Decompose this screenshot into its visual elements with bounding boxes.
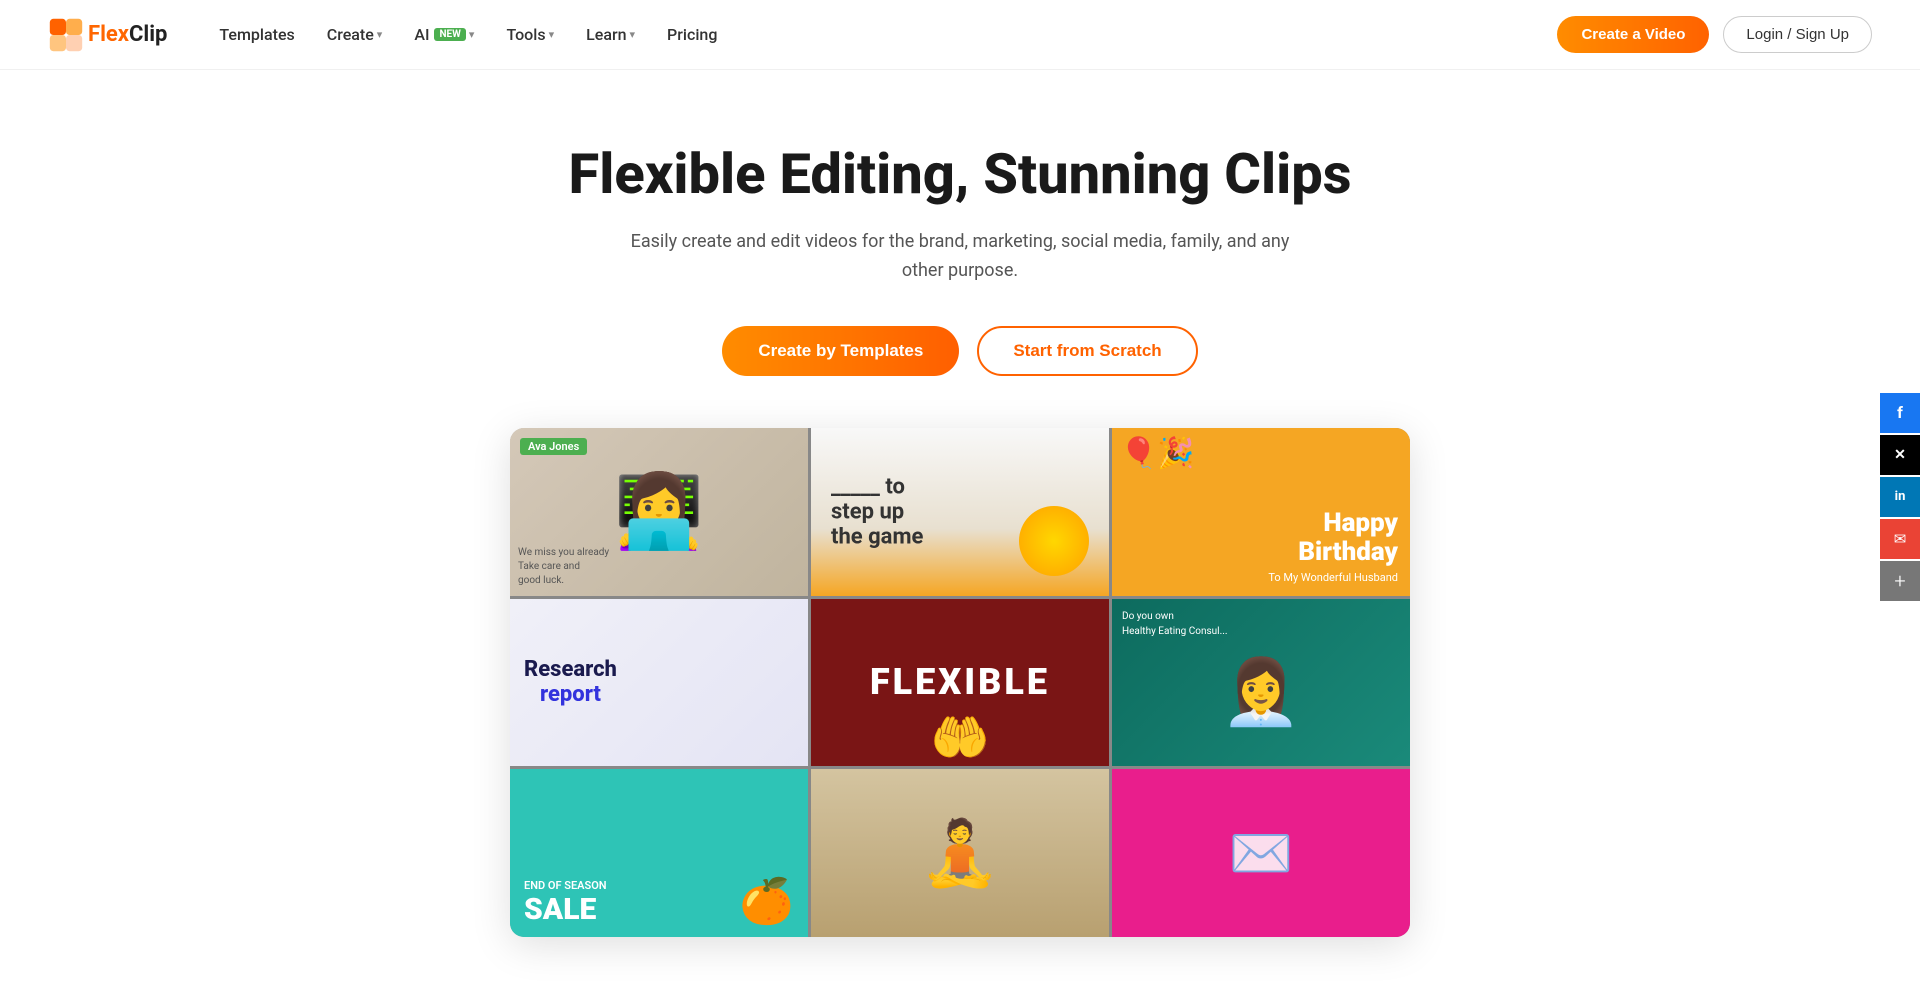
flexible-text: FLEXIBLE	[870, 661, 1050, 703]
create-templates-button[interactable]: Create by Templates	[722, 326, 959, 376]
grid-cell-text-sun: _____ to step up the game	[811, 428, 1109, 596]
chevron-down-icon: ▾	[549, 28, 555, 41]
hero-buttons: Create by Templates Start from Scratch	[20, 326, 1900, 376]
facebook-button[interactable]: f	[1880, 393, 1920, 433]
orange-icon: 🍊	[739, 875, 794, 927]
grid-cell-woman: Ava Jones 👩‍💻 We miss you alreadyTake ca…	[510, 428, 808, 596]
nav-pricing[interactable]: Pricing	[655, 19, 729, 50]
grid-cell-sale: END OF SEASON SALE 🍊	[510, 769, 808, 937]
video-grid-container: Ava Jones 👩‍💻 We miss you alreadyTake ca…	[510, 428, 1410, 937]
navbar: FlexClip Templates Create ▾ AI NEW ▾ Too…	[0, 0, 1920, 70]
hand-icon: 🤲	[930, 709, 990, 766]
more-social-button[interactable]: +	[1880, 561, 1920, 601]
grid-cell-report: Research report	[510, 599, 808, 767]
grid-cell-silhouette: 🧘	[811, 769, 1109, 937]
nav-templates[interactable]: Templates	[207, 19, 306, 50]
twitter-icon: ✕	[1894, 447, 1906, 463]
logo-text: FlexClip	[88, 22, 167, 47]
consulting-text: Do you ownHealthy Eating Consul...	[1122, 609, 1228, 639]
linkedin-button[interactable]: in	[1880, 477, 1920, 517]
name-tag: Ava Jones	[520, 438, 587, 455]
silhouette-icon: 🧘	[920, 816, 1000, 891]
person-icon: 👩‍💼	[1221, 655, 1301, 730]
email-icon: ✉	[1894, 530, 1907, 548]
nav-learn[interactable]: Learn ▾	[574, 19, 647, 50]
hero-title: Flexible Editing, Stunning Clips	[20, 142, 1900, 206]
grid-cell-birthday: 🎈🎉 HappyBirthday To My Wonderful Husband	[1112, 428, 1410, 596]
chevron-down-icon: ▾	[377, 28, 383, 41]
report-text: Research report	[524, 657, 617, 707]
linkedin-icon: in	[1895, 489, 1906, 504]
create-video-button[interactable]: Create a Video	[1557, 16, 1709, 53]
sun-graphic	[1019, 506, 1089, 576]
birthday-text: HappyBirthday To My Wonderful Husband	[1124, 509, 1398, 583]
start-scratch-button[interactable]: Start from Scratch	[977, 326, 1197, 376]
email-button[interactable]: ✉	[1880, 519, 1920, 559]
social-sidebar: f ✕ in ✉ +	[1880, 393, 1920, 601]
nav-create[interactable]: Create ▾	[315, 19, 395, 50]
cell2-text: _____ to step up the game	[831, 474, 923, 549]
video-grid: Ava Jones 👩‍💻 We miss you alreadyTake ca…	[510, 428, 1410, 937]
nav-links: Templates Create ▾ AI NEW ▾ Tools ▾ Lear…	[207, 19, 1557, 50]
sale-text: END OF SEASON SALE	[524, 879, 607, 927]
envelope-icon: ✉️	[1229, 823, 1294, 884]
login-button[interactable]: Login / Sign Up	[1723, 16, 1872, 53]
nav-ai[interactable]: AI NEW ▾	[402, 19, 486, 50]
grid-cell-consulting: Do you ownHealthy Eating Consul... 👩‍💼	[1112, 599, 1410, 767]
plus-icon: +	[1894, 569, 1905, 593]
twitter-button[interactable]: ✕	[1880, 435, 1920, 475]
logo[interactable]: FlexClip	[48, 17, 167, 53]
woman-laptop-icon: 👩‍💻	[614, 469, 704, 554]
hero-section: Flexible Editing, Stunning Clips Easily …	[0, 70, 1920, 977]
balloon-icon: 🎈🎉	[1120, 436, 1195, 471]
hero-subtitle: Easily create and edit videos for the br…	[620, 228, 1300, 286]
chevron-down-icon: ▾	[469, 28, 475, 41]
chevron-down-icon: ▾	[630, 28, 636, 41]
grid-cell-flexible: FLEXIBLE 🤲	[811, 599, 1109, 767]
grid-cell-pink: ✉️	[1112, 769, 1410, 937]
message-text: We miss you alreadyTake care andgood luc…	[518, 546, 609, 588]
ai-new-badge: NEW	[434, 28, 465, 41]
facebook-icon: f	[1897, 403, 1903, 422]
nav-right: Create a Video Login / Sign Up	[1557, 16, 1872, 53]
nav-tools[interactable]: Tools ▾	[494, 19, 566, 50]
